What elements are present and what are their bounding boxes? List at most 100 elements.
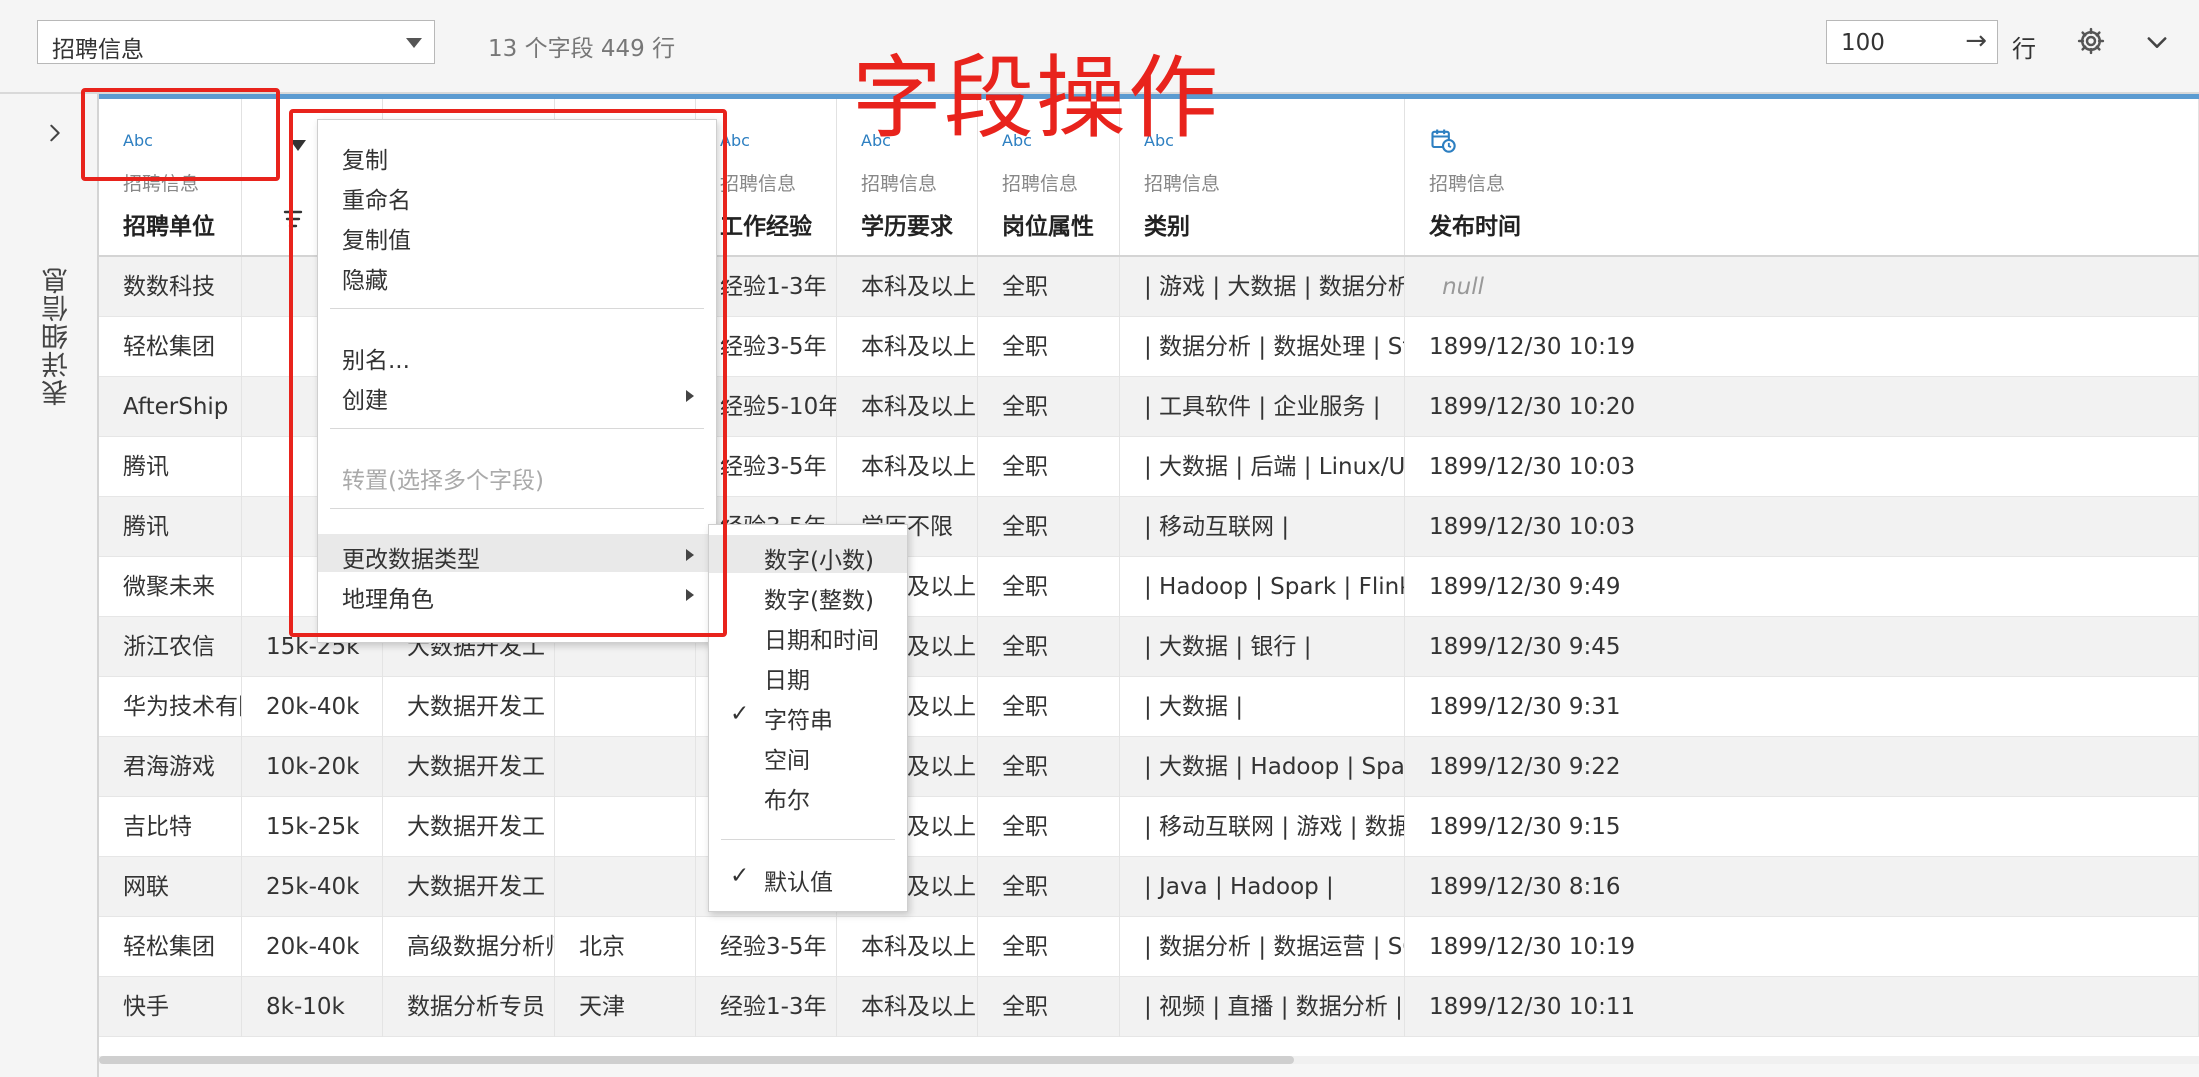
table-cell: 8k-10k (242, 977, 383, 1037)
table-cell: 本科及以上 (837, 377, 978, 437)
chevron-down-icon (406, 38, 422, 48)
table-cell: 全职 (978, 737, 1120, 797)
column-name: 发布时间 (1429, 214, 1521, 240)
table-cell: 1899/12/30 10:11 (1405, 977, 2199, 1037)
table-row[interactable]: 网联25k-40k大数据开发工经验5-10年本科及以上全职| Java | Ha… (99, 857, 2199, 917)
table-cell: 大数据开发工 (383, 797, 555, 857)
scrollbar-thumb[interactable] (99, 1056, 1294, 1064)
table-cell: 本科及以上 (837, 317, 978, 377)
checkmark-icon: ✓ (730, 863, 750, 889)
table-cell: 20k-40k (242, 677, 383, 737)
column-header[interactable]: 招聘信息 发布时间 (1405, 99, 2199, 257)
table-cell: 本科及以上 (837, 257, 978, 317)
type-option-datetime[interactable]: 日期和时间 (709, 615, 907, 654)
table-cell (555, 677, 696, 737)
table-cell: 轻松集团 (99, 317, 242, 377)
table-cell: | 工具软件 | 企业服务 | (1120, 377, 1405, 437)
column-source: 招聘信息 (720, 173, 797, 195)
table-cell: 轻松集团 (99, 917, 242, 977)
table-cell: | Hadoop | Spark | Flink | Hive | (1120, 557, 1405, 617)
column-name: 招聘单位 (123, 214, 215, 240)
table-cell: | 移动互联网 | 游戏 | 数据挖掘 |... (1120, 797, 1405, 857)
table-cell: 1899/12/30 9:22 (1405, 737, 2199, 797)
table-cell: 1899/12/30 10:19 (1405, 917, 2199, 977)
type-option-integer[interactable]: 数字(整数) (709, 575, 907, 614)
chevron-right-icon[interactable] (44, 122, 66, 144)
table-row[interactable]: 华为技术有限公司20k-40k大数据开发工经验不限本科及以上全职| 大数据 |1… (99, 677, 2199, 737)
table-cell (555, 797, 696, 857)
highlight-box-context-menu (289, 109, 727, 637)
table-cell (555, 737, 696, 797)
data-type-submenu: 数字(小数) 数字(整数) 日期和时间 日期 ✓ 字符串 空间 布尔 ✓ 默认值 (708, 524, 908, 912)
type-option-string[interactable]: ✓ 字符串 (709, 695, 907, 734)
table-cell: 15k-25k (242, 797, 383, 857)
table-cell: 数据分析专员 (383, 977, 555, 1037)
table-cell: 1899/12/30 9:31 (1405, 677, 2199, 737)
table-cell: 全职 (978, 677, 1120, 737)
table-cell: 君海游戏 (99, 737, 242, 797)
table-cell: 大数据开发工 (383, 857, 555, 917)
table-cell: 本科及以上 (837, 917, 978, 977)
table-cell: 1899/12/30 8:16 (1405, 857, 2199, 917)
annotation-label: 字段操作 (852, 46, 1220, 151)
checkmark-icon: ✓ (730, 701, 750, 727)
menu-separator (721, 839, 895, 840)
table-row[interactable]: 吉比特15k-25k大数据开发工经验1-3年本科及以上全职| 移动互联网 | 游… (99, 797, 2199, 857)
datetime-type-icon (1431, 129, 1456, 153)
table-cell: 1899/12/30 9:49 (1405, 557, 2199, 617)
field-row-summary: 13 个字段 449 行 (488, 36, 676, 62)
rows-count-value: 100 (1841, 30, 1885, 56)
column-source: 招聘信息 (1144, 173, 1221, 195)
table-cell: 1899/12/30 9:45 (1405, 617, 2199, 677)
table-cell: 全职 (978, 437, 1120, 497)
table-cell: | 大数据 | (1120, 677, 1405, 737)
table-row[interactable]: 君海游戏10k-20k大数据开发工经验1-3年本科及以上全职| 大数据 | Ha… (99, 737, 2199, 797)
type-option-decimal[interactable]: 数字(小数) (709, 535, 907, 574)
table-select[interactable]: 招聘信息 (37, 20, 435, 64)
table-cell: 经验3-5年 (696, 917, 837, 977)
column-name: 学历要求 (861, 214, 953, 240)
column-source: 招聘信息 (861, 173, 938, 195)
table-cell (555, 857, 696, 917)
table-cell: | 数据分析 | 数据处理 | Storm |... (1120, 317, 1405, 377)
table-cell: 本科及以上 (837, 977, 978, 1037)
gear-icon[interactable] (2076, 26, 2106, 56)
table-row[interactable]: 快手 8k-10k 数据分析专员 天津 经验1-3年 本科及以上 全职 | 视频 | 直播 |… (99, 977, 2199, 1037)
table-cell: 1899/12/30 10:20 (1405, 377, 2199, 437)
column-name: 工作经验 (720, 214, 812, 240)
table-row[interactable]: 轻松集团 20k-40k 高级数据分析师 北京 经验3-5年 本科及以上 全职 | 数据分析 … (99, 917, 2199, 977)
table-cell: 全职 (978, 917, 1120, 977)
type-option-boolean[interactable]: 布尔 (709, 775, 907, 814)
apply-arrow-icon[interactable]: → (1965, 26, 1987, 56)
table-cell: 微聚未来 (99, 557, 242, 617)
table-cell: AfterShip (99, 377, 242, 437)
type-option-date[interactable]: 日期 (709, 655, 907, 694)
table-cell: 腾讯 (99, 437, 242, 497)
chevron-down-icon[interactable] (2143, 28, 2171, 56)
table-cell: 大数据开发工 (383, 737, 555, 797)
table-cell: 天津 (555, 977, 696, 1037)
table-cell: 1899/12/30 10:03 (1405, 437, 2199, 497)
horizontal-scrollbar[interactable] (99, 1056, 2199, 1064)
table-cell: null (1405, 257, 2199, 317)
table-cell: 网联 (99, 857, 242, 917)
table-cell: 华为技术有限公司 (99, 677, 242, 737)
table-cell: 浙江农信 (99, 617, 242, 677)
table-cell: 快手 (99, 977, 242, 1037)
table-cell: 全职 (978, 557, 1120, 617)
table-cell: 高级数据分析师 (383, 917, 555, 977)
table-cell: 全职 (978, 497, 1120, 557)
table-cell: 全职 (978, 857, 1120, 917)
table-cell: | 游戏 | 大数据 | 数据分析 | 数... (1120, 257, 1405, 317)
rows-label: 行 (2012, 35, 2036, 63)
table-cell: 全职 (978, 257, 1120, 317)
type-option-default[interactable]: ✓ 默认值 (709, 857, 907, 896)
table-cell: 1899/12/30 10:03 (1405, 497, 2199, 557)
table-cell: 全职 (978, 617, 1120, 677)
column-name: 岗位属性 (1002, 214, 1094, 240)
rows-count-input[interactable]: 100 → (1826, 20, 1998, 64)
table-cell: 1899/12/30 10:19 (1405, 317, 2199, 377)
table-cell: 大数据开发工 (383, 677, 555, 737)
type-option-spatial[interactable]: 空间 (709, 735, 907, 774)
table-cell: 全职 (978, 797, 1120, 857)
